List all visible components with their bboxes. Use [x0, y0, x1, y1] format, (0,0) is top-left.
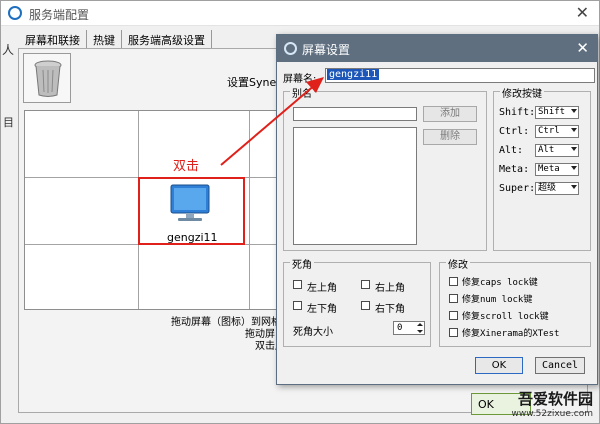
- trash-drop-target[interactable]: [23, 53, 71, 103]
- left-edge-char-1: 人: [2, 43, 15, 57]
- checkbox-bottom-left[interactable]: [293, 301, 302, 310]
- add-alias-button[interactable]: 添加: [423, 106, 477, 122]
- modifier-select-alt[interactable]: Alt: [535, 144, 579, 157]
- spin-down-icon[interactable]: [417, 330, 423, 333]
- checkbox-fix-caps-lock[interactable]: [449, 277, 458, 286]
- modifier-value-shift: Shift: [538, 107, 566, 117]
- dialog-ok-button[interactable]: OK: [475, 357, 523, 374]
- dialog-title: 屏幕设置: [302, 43, 351, 57]
- screen-tile-label: gengzi11: [167, 231, 218, 244]
- modifier-select-shift[interactable]: Shift: [535, 106, 579, 119]
- chevron-down-icon: [571, 128, 577, 132]
- dialog-app-icon: [284, 42, 297, 55]
- main-titlebar: 服务端配置 ✕: [1, 1, 599, 26]
- modifier-value-meta: Meta: [538, 164, 560, 174]
- alias-list[interactable]: [293, 127, 417, 245]
- screen-name-label: 屏幕名:: [283, 74, 317, 85]
- main-close-icon[interactable]: ✕: [576, 3, 589, 22]
- corner-label-bottom-left: 左下角: [307, 304, 337, 315]
- checkbox-fix-scroll-lock[interactable]: [449, 311, 458, 320]
- site-watermark: 吾爱软件园 www.52zixue.com: [512, 388, 593, 419]
- modifier-select-super[interactable]: 超级: [535, 182, 579, 195]
- modifier-select-ctrl[interactable]: Ctrl: [535, 125, 579, 138]
- tab-hotkeys[interactable]: 热键: [87, 30, 122, 48]
- hint-line-2: 拖动屏: [245, 329, 275, 340]
- remove-alias-button[interactable]: 删除: [423, 129, 477, 145]
- dead-corner-size-label: 死角大小: [293, 327, 333, 338]
- dialog-titlebar: 屏幕设置 ✕: [277, 35, 597, 62]
- dead-corner-size-value: 0: [397, 323, 403, 333]
- chevron-down-icon: [571, 109, 577, 113]
- monitor-icon[interactable]: [168, 183, 212, 227]
- trash-icon: [34, 60, 62, 97]
- fix-label-num-lock: 修复num lock键: [462, 295, 533, 305]
- modifier-value-super: 超级: [538, 183, 557, 193]
- checkbox-top-left[interactable]: [293, 280, 302, 289]
- checkbox-top-right[interactable]: [361, 280, 370, 289]
- chevron-down-icon: [571, 147, 577, 151]
- hint-line-3: 双击屏: [255, 341, 285, 352]
- dialog-cancel-button[interactable]: Cancel: [535, 357, 585, 374]
- fix-label-caps-lock: 修复caps lock键: [462, 278, 538, 288]
- checkbox-bottom-right[interactable]: [361, 301, 370, 310]
- corner-label-top-right: 右上角: [375, 283, 405, 294]
- modifier-value-ctrl: Ctrl: [538, 126, 560, 136]
- fix-label-scroll-lock: 修复scroll lock键: [462, 312, 549, 322]
- dead-corners-caption: 死角: [290, 256, 314, 271]
- dialog-close-icon[interactable]: ✕: [576, 39, 589, 57]
- modifier-label-shift: Shift:: [499, 107, 536, 118]
- checkbox-fix-xinerama[interactable]: [449, 328, 458, 337]
- modifier-label-alt: Alt:: [499, 145, 524, 156]
- modifier-select-meta[interactable]: Meta: [535, 163, 579, 176]
- config-tabs: 屏幕和联接 热键 服务端高级设置: [19, 30, 212, 48]
- modifier-value-alt: Alt: [538, 145, 555, 155]
- modifier-label-super: Super:: [499, 183, 536, 194]
- corner-label-bottom-right: 右下角: [375, 304, 405, 315]
- corner-label-top-left: 左上角: [307, 283, 337, 294]
- hint-line-1: 拖动屏幕（图标）到网格中: [171, 317, 291, 328]
- modifier-group-caption: 修改按键: [500, 85, 544, 100]
- left-edge-char-2: 目: [3, 116, 14, 129]
- screen-name-value: gengzi11: [327, 69, 380, 80]
- alias-input[interactable]: [293, 107, 417, 121]
- fix-label-xinerama: 修复Xinerama的XTest: [462, 329, 560, 339]
- main-window-title: 服务端配置: [29, 8, 90, 22]
- modifier-label-ctrl: Ctrl:: [499, 126, 530, 137]
- chevron-down-icon: [571, 185, 577, 189]
- grid-instructions: 拖动屏幕（图标）到网格中 拖动屏 双击屏: [171, 317, 291, 353]
- spin-up-icon[interactable]: [417, 323, 423, 326]
- watermark-url: www.52zixue.com: [511, 409, 593, 419]
- synergy-app-icon: [8, 6, 22, 20]
- screen-name-input[interactable]: gengzi11: [325, 68, 595, 83]
- tab-advanced-server[interactable]: 服务端高级设置: [122, 30, 212, 48]
- watermark-title: 吾爱软件园: [517, 390, 593, 408]
- chevron-down-icon: [571, 166, 577, 170]
- modifier-label-meta: Meta:: [499, 164, 530, 175]
- tab-screens-links[interactable]: 屏幕和联接: [19, 30, 87, 48]
- alias-group-caption: 别名: [290, 85, 314, 100]
- screen-settings-dialog: 屏幕设置 ✕ 屏幕名: gengzi11 别名 添加 删除 修改按键 Shift…: [276, 34, 598, 385]
- checkbox-fix-num-lock[interactable]: [449, 294, 458, 303]
- fix-group-caption: 修改: [446, 256, 470, 271]
- double-click-annotation: 双击: [173, 159, 200, 174]
- dead-corner-size-spinner[interactable]: 0: [393, 321, 425, 335]
